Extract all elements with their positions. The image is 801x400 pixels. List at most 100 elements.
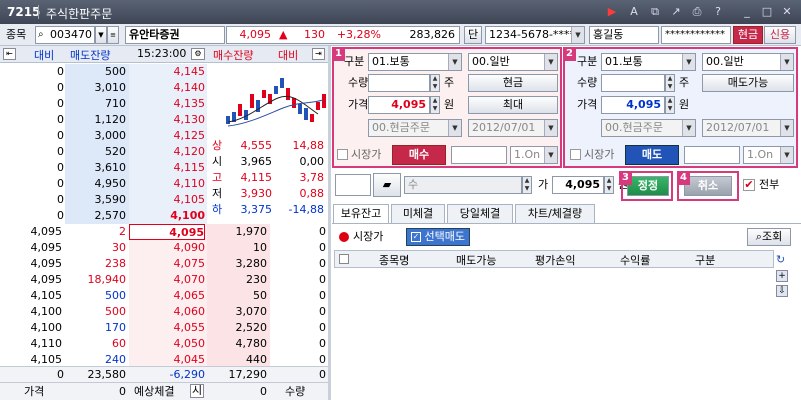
credit-button[interactable]: 신용: [764, 26, 796, 44]
tab-unfilled[interactable]: 미체결: [391, 204, 445, 223]
buy-cond-select[interactable]: 00.일반 ▼: [468, 53, 558, 71]
buy-type-select[interactable]: 01.보통 ▼: [368, 53, 462, 71]
sell-memo-input[interactable]: [684, 146, 740, 164]
candle: [292, 98, 296, 108]
bid-price[interactable]: 4,050: [129, 336, 206, 352]
trade-qty: 500: [105, 289, 126, 302]
stock-code-input[interactable]: ⌕ 003470: [35, 26, 95, 44]
stock-list-icon[interactable]: ≡: [107, 26, 119, 44]
ask-price[interactable]: 4,120: [129, 144, 206, 160]
tab-holdings[interactable]: 보유잔고: [333, 204, 389, 223]
modify-qty-input[interactable]: 수: [404, 176, 522, 194]
header-checkbox[interactable]: [339, 254, 349, 264]
bid-price[interactable]: 4,065: [129, 288, 206, 304]
sell-on-value: 1.On: [747, 148, 774, 161]
select-sell-button[interactable]: ✓ 선택매도: [406, 228, 470, 246]
help-icon[interactable]: ?: [711, 5, 725, 19]
price-info-row: 고 4,115 3,78: [208, 170, 328, 186]
add-icon[interactable]: +: [776, 270, 788, 282]
buy-price-stepper[interactable]: ▲ ▼: [430, 96, 440, 114]
cancel-button[interactable]: 취소: [684, 176, 732, 196]
sell-available-button[interactable]: 매도가능: [702, 74, 794, 92]
buy-on-select[interactable]: 1.On ▼: [510, 146, 558, 164]
stock-dropdown-icon[interactable]: ▼: [95, 26, 107, 44]
buy-date-select[interactable]: 2012/07/01 ▼: [468, 119, 558, 137]
chevron-down-icon: ▼: [571, 27, 584, 43]
tab-today-filled[interactable]: 당일체결: [447, 204, 513, 223]
bid-diff: 0: [319, 337, 326, 350]
ask-price[interactable]: 4,145: [129, 64, 206, 80]
buy-qty-stepper[interactable]: ▲ ▼: [430, 74, 440, 92]
sell-market-checkbox[interactable]: [570, 149, 581, 160]
modify-price-input[interactable]: 4,095: [552, 176, 604, 194]
copy-icon[interactable]: ⧉: [648, 5, 662, 19]
sell-cond-select[interactable]: 00.일반 ▼: [702, 53, 794, 71]
price-info-row: 상 4,555 14,88: [208, 138, 328, 154]
maximize-icon[interactable]: □: [760, 5, 774, 19]
sell-on-select[interactable]: 1.On ▼: [743, 146, 794, 164]
expected-si-button[interactable]: 시: [190, 384, 204, 398]
buy-price-input[interactable]: 4,095: [368, 96, 430, 114]
buy-cash-button[interactable]: 현금: [468, 74, 558, 92]
buy-qty-unit: 주: [444, 76, 455, 89]
buy-qty-input[interactable]: [368, 74, 430, 92]
sell-order-type-select[interactable]: 00.현금주문 ▼: [601, 119, 696, 137]
account-label[interactable]: 단: [464, 26, 482, 44]
minimize-icon[interactable]: _: [740, 5, 754, 19]
sell-qty-stepper[interactable]: ▲ ▼: [665, 74, 675, 92]
buy-memo-input[interactable]: [451, 146, 507, 164]
query-button[interactable]: ⌕조회: [747, 228, 791, 246]
download-icon[interactable]: ⇩: [776, 285, 788, 297]
market-radio[interactable]: [339, 232, 349, 242]
ask-price[interactable]: 4,125: [129, 128, 206, 144]
all-checkbox[interactable]: ✔: [743, 179, 755, 191]
account-select[interactable]: 1234-5678-***** ▼: [485, 26, 585, 44]
bid-diff: 0: [319, 273, 326, 286]
expand-left-icon[interactable]: ⇤: [3, 48, 16, 60]
expand-right-icon[interactable]: ⇥: [312, 48, 325, 60]
buy-cond-value: 00.일반: [472, 55, 510, 68]
bid-price[interactable]: 4,060: [129, 304, 206, 320]
bid-price[interactable]: 4,090: [129, 240, 206, 256]
sell-type-select[interactable]: 01.보통 ▼: [601, 53, 696, 71]
ask-price[interactable]: 4,140: [129, 80, 206, 96]
splitter[interactable]: [328, 46, 331, 400]
modify-qty-stepper[interactable]: ▲ ▼: [522, 176, 532, 194]
sell-button[interactable]: 매도: [625, 145, 679, 165]
bid-price[interactable]: 4,055: [129, 320, 206, 336]
ask-price[interactable]: 4,130: [129, 112, 206, 128]
sell-price-input[interactable]: 4,095: [601, 96, 665, 114]
buy-max-button[interactable]: 최대: [468, 96, 558, 114]
close-icon[interactable]: ✕: [780, 5, 794, 19]
font-icon[interactable]: A: [627, 5, 641, 19]
cash-button[interactable]: 현금: [733, 26, 763, 44]
password-input[interactable]: ************: [661, 26, 731, 44]
buy-button[interactable]: 매수: [392, 145, 446, 165]
ask-price[interactable]: 4,110: [129, 176, 206, 192]
ask-price[interactable]: 4,135: [129, 96, 206, 112]
link-icon[interactable]: ↗: [669, 5, 683, 19]
bid-price[interactable]: 4,075: [129, 256, 206, 272]
tab-chart-volume[interactable]: 차트/체결량: [515, 204, 595, 223]
sell-price-stepper[interactable]: ▲ ▼: [665, 96, 675, 114]
ask-price[interactable]: 4,105: [129, 192, 206, 208]
print-icon[interactable]: ⎙: [690, 5, 704, 19]
modify-button[interactable]: 정정: [627, 176, 669, 196]
info-pct: -14,88: [288, 203, 324, 216]
sell-qty-input[interactable]: [601, 74, 665, 92]
buy-market-checkbox[interactable]: [337, 149, 348, 160]
candle: [250, 94, 254, 108]
refresh-icon[interactable]: ↻: [776, 254, 788, 266]
folder-icon[interactable]: ▰: [373, 173, 401, 197]
play-icon[interactable]: ▶: [605, 5, 619, 19]
settings-icon[interactable]: ⚙: [191, 48, 205, 60]
ask-price[interactable]: 4,115: [129, 160, 206, 176]
buy-order-type-select[interactable]: 00.현금주문 ▼: [368, 119, 462, 137]
bid-price[interactable]: 4,070: [129, 272, 206, 288]
ask-price[interactable]: 4,100: [129, 208, 205, 224]
order-no-input[interactable]: [335, 174, 371, 196]
bid-price[interactable]: 4,095: [129, 224, 205, 240]
modify-price-stepper[interactable]: ▲ ▼: [604, 176, 614, 194]
sell-date-select[interactable]: 2012/07/01 ▼: [702, 119, 794, 137]
modify-price-label: 가: [538, 178, 549, 191]
